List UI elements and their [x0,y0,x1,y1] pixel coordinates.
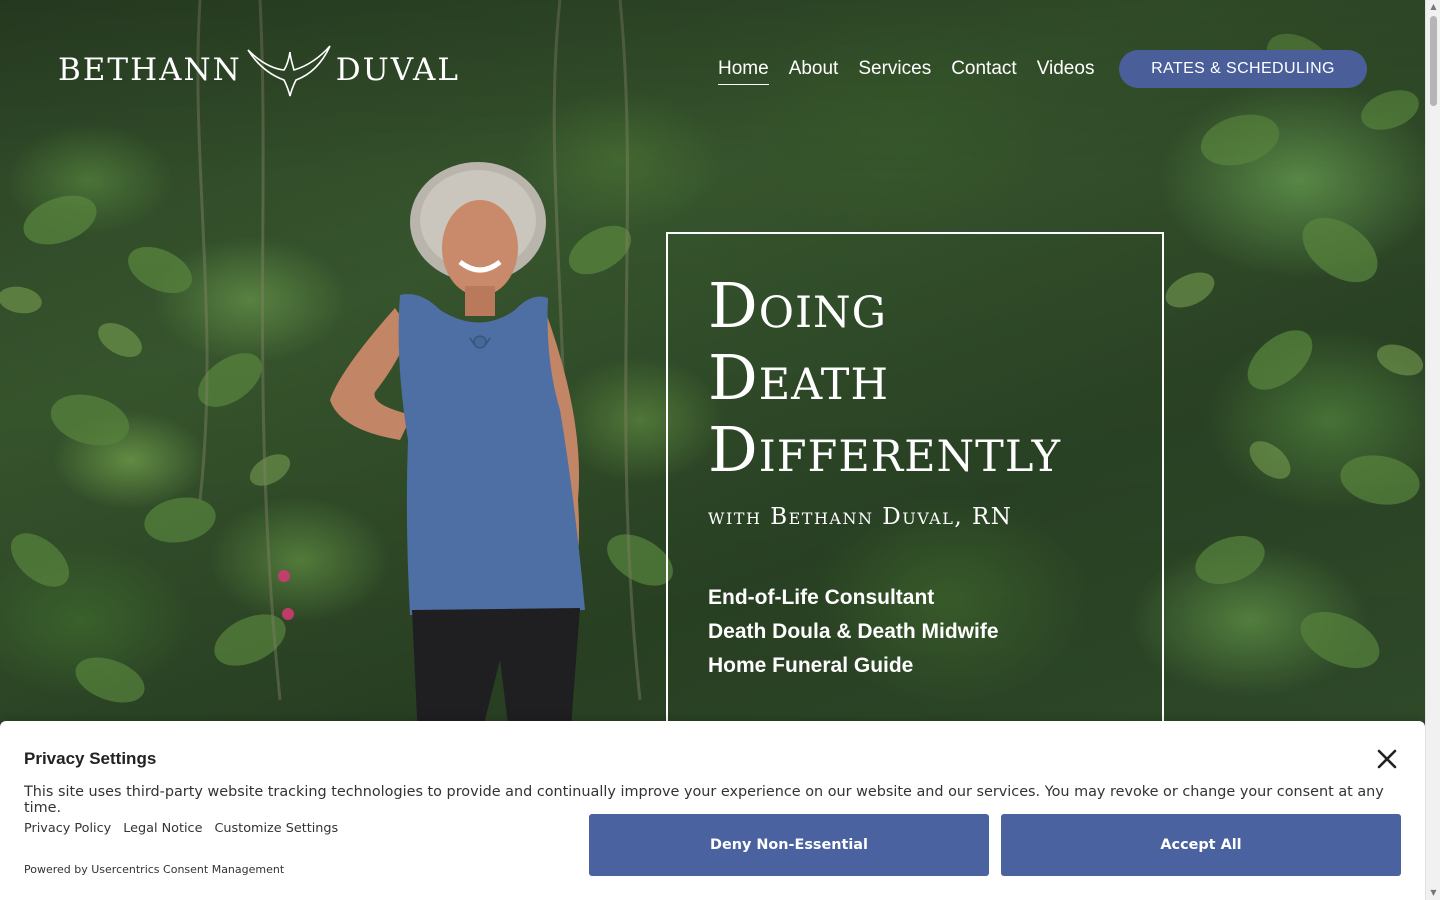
hero-subhead: with Bethann Duval, RN [708,504,1013,530]
role-item: End-of-Life Consultant [708,586,935,609]
hero-card: Doing Death Differently with Bethann Duv… [666,232,1164,752]
headline-line-1: Doing [708,269,887,342]
scroll-up-arrow-icon[interactable]: ▲ [1426,0,1440,14]
privacy-policy-link[interactable]: Privacy Policy [24,821,111,836]
powered-by-text: Powered by Usercentrics Consent Manageme… [24,863,285,876]
headline-line-2: Death [708,341,889,414]
main-nav: Home About Services Contact Videos [718,56,1095,85]
nav-services[interactable]: Services [858,56,931,82]
deny-non-essential-button[interactable]: Deny Non-Essential [589,814,989,876]
rates-scheduling-button[interactable]: RATES & SCHEDULING [1119,50,1367,88]
page-scrollbar[interactable]: ▲ ▼ [1425,0,1440,900]
scrollbar-thumb[interactable] [1430,16,1437,106]
nav-videos[interactable]: Videos [1037,56,1095,82]
consent-description: This site uses third-party website track… [24,784,1384,816]
nav-contact[interactable]: Contact [951,56,1016,82]
accept-all-button[interactable]: Accept All [1001,814,1401,876]
legal-notice-link[interactable]: Legal Notice [123,821,202,836]
logo-text-left: BETHANN [58,52,242,88]
whale-tail-icon [247,45,331,97]
nav-about[interactable]: About [789,56,839,82]
scroll-down-arrow-icon[interactable]: ▼ [1426,886,1440,900]
role-item: Death Doula & Death Midwife [708,620,999,643]
headline-line-3: Differently [708,413,1062,486]
logo-text-right: DUVAL [335,52,461,88]
consent-links: Privacy Policy Legal Notice Customize Se… [24,821,338,836]
close-icon[interactable] [1375,747,1399,771]
role-item: Home Funeral Guide [708,654,914,677]
nav-home[interactable]: Home [718,56,769,85]
customize-settings-link[interactable]: Customize Settings [214,821,338,836]
hero-headline: Doing Death Differently [708,270,1061,486]
person-photo [330,162,585,740]
consent-title: Privacy Settings [24,749,157,768]
hero-roles: End-of-Life Consultant Death Doula & Dea… [708,581,999,683]
privacy-consent-banner: Privacy Settings This site uses third-pa… [0,721,1425,900]
site-logo[interactable]: BETHANN DUVAL [58,42,460,98]
